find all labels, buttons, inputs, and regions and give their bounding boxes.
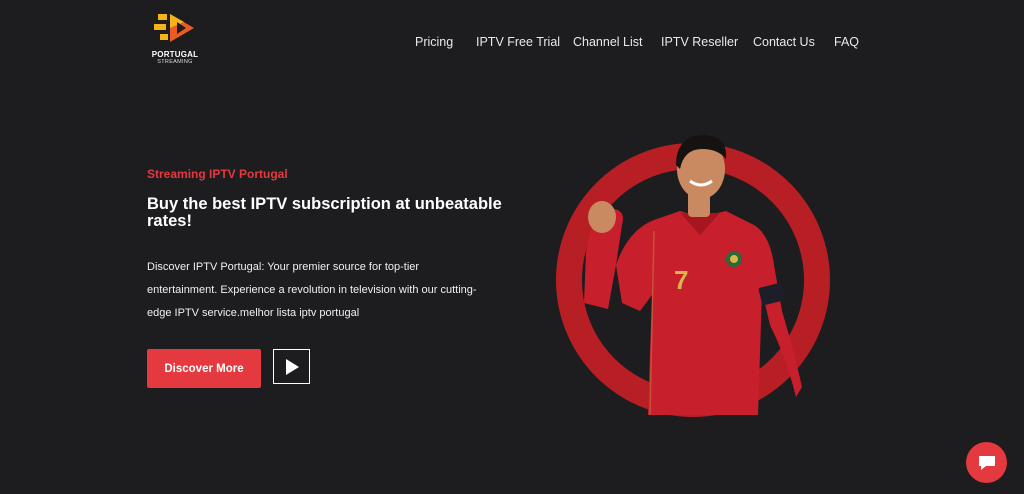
nav-channel-list[interactable]: Channel List [573, 33, 643, 51]
hero-description: Discover IPTV Portugal: Your premier sou… [147, 261, 477, 319]
logo-subtext: STREAMING [157, 59, 193, 65]
nav-iptv-reseller[interactable]: IPTV Reseller [661, 33, 738, 51]
nav-pricing[interactable]: Pricing [415, 33, 453, 51]
hero-player-image: 7 [550, 125, 840, 425]
hero-eyebrow: Streaming IPTV Portugal [147, 167, 288, 181]
nav-faq[interactable]: FAQ [834, 33, 859, 51]
site-header: PORTUGAL STREAMING Pricing IPTV Free Tri… [0, 0, 1024, 80]
play-video-button[interactable] [273, 349, 310, 384]
discover-more-button[interactable]: Discover More [147, 349, 261, 388]
main-nav: Pricing IPTV Free Trial Channel List IPT… [0, 33, 1024, 51]
nav-contact-us[interactable]: Contact Us [753, 33, 815, 51]
chat-button[interactable] [966, 442, 1007, 483]
jersey-number: 7 [674, 265, 689, 295]
logo-text: PORTUGAL [151, 50, 199, 59]
hero-section: Streaming IPTV Portugal Buy the best IPT… [147, 165, 527, 325]
nav-iptv-free-trial[interactable]: IPTV Free Trial [476, 33, 560, 51]
play-icon [285, 358, 299, 375]
player-illustration [556, 135, 830, 417]
hero-headline: Buy the best IPTV subscription at unbeat… [147, 195, 502, 230]
chat-icon [978, 455, 995, 470]
